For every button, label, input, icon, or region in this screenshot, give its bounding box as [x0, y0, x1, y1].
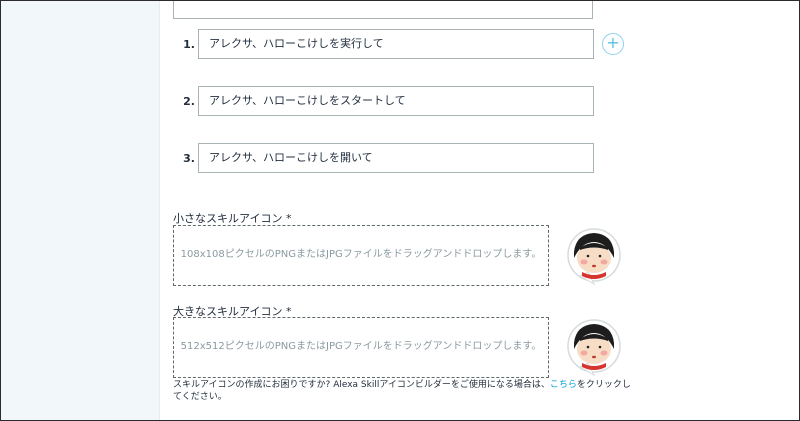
utterance-number: 1.: [183, 38, 195, 51]
add-utterance-button[interactable]: +: [602, 33, 624, 55]
utterance-input-1[interactable]: アレクサ、ハローこけしを実行して: [198, 29, 594, 59]
icon-builder-link[interactable]: こちら: [550, 380, 577, 390]
utterance-number: 2.: [183, 95, 195, 108]
large-icon-dropzone-hint: 512x512ピクセルのPNGまたはJPGファイルをドラッグアンドドロップします…: [180, 341, 542, 352]
skill-settings-panel: 1. アレクサ、ハローこけしを実行して + 2. アレクサ、ハローこけしをスター…: [159, 1, 799, 420]
app-window: 1. アレクサ、ハローこけしを実行して + 2. アレクサ、ハローこけしをスター…: [0, 0, 800, 421]
invocation-name-input[interactable]: [173, 1, 593, 19]
plus-icon: +: [606, 33, 620, 52]
small-icon-preview: [567, 228, 621, 286]
small-icon-dropzone-hint: 108x108ピクセルのPNGまたはJPGファイルをドラッグアンドドロップします…: [180, 249, 542, 260]
utterance-input-2[interactable]: アレクサ、ハローこけしをスタートして: [198, 86, 594, 116]
small-icon-dropzone[interactable]: 108x108ピクセルのPNGまたはJPGファイルをドラッグアンドドロップします…: [173, 225, 549, 286]
icon-builder-helper-text: スキルアイコンの作成にお困りですか? Alexa Skillアイコンビルダーをご…: [173, 379, 633, 403]
large-icon-preview: [567, 319, 621, 377]
utterance-input-3[interactable]: アレクサ、ハローこけしを開いて: [198, 143, 594, 173]
left-sidebar: [1, 1, 160, 420]
large-icon-dropzone[interactable]: 512x512ピクセルのPNGまたはJPGファイルをドラッグアンドドロップします…: [173, 317, 549, 378]
utterance-number: 3.: [183, 152, 195, 165]
helper-text-before: スキルアイコンの作成にお困りですか? Alexa Skillアイコンビルダーをご…: [173, 380, 550, 390]
small-icon-label: 小さなスキルアイコン *: [173, 212, 292, 225]
